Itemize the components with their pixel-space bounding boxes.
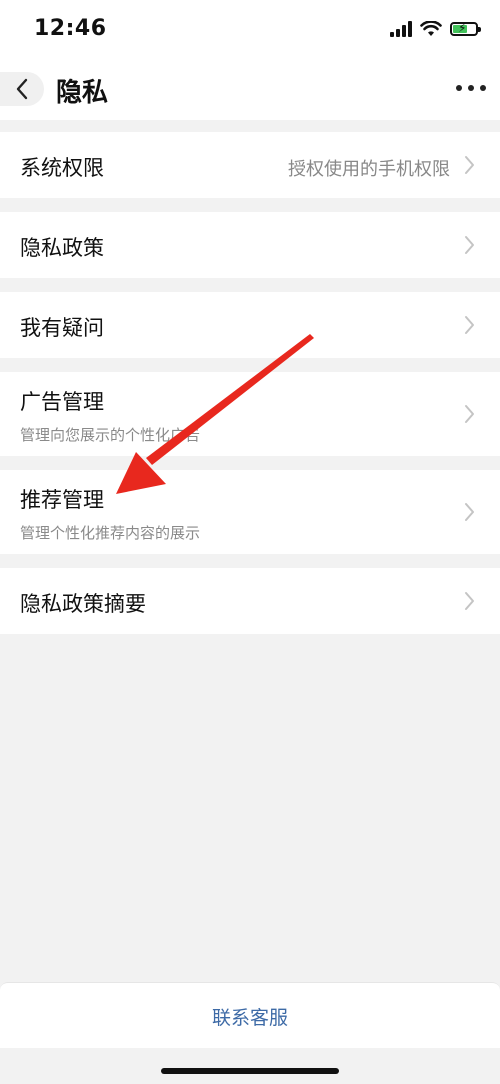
nav-bar: 隐私 [0, 58, 500, 120]
item-title: 隐私政策 [20, 236, 104, 260]
contact-support-button[interactable]: 联系客服 [0, 983, 500, 1049]
contact-bar: 联系客服 [0, 982, 500, 1048]
item-subtitle: 管理个性化推荐内容的展示 [20, 524, 201, 542]
home-indicator [161, 1068, 339, 1074]
battery-icon: ⚡ [450, 21, 481, 36]
back-button[interactable] [0, 72, 44, 106]
item-title: 广告管理 [20, 390, 104, 414]
chevron-right-icon [465, 236, 474, 254]
page-title: 隐私 [56, 78, 109, 108]
item-title: 推荐管理 [20, 488, 104, 512]
status-bar: 12:46 ⚡ [0, 0, 500, 58]
item-title: 系统权限 [20, 156, 104, 180]
more-dots-icon [456, 85, 462, 91]
signal-icon [390, 21, 412, 37]
chevron-right-icon [465, 316, 474, 334]
item-value: 授权使用的手机权限 [288, 159, 450, 180]
item-title: 隐私政策摘要 [20, 592, 146, 616]
list-item-ad-management[interactable]: 广告管理 管理向您展示的个性化广告 [0, 372, 500, 456]
more-button[interactable] [456, 78, 486, 98]
status-icons: ⚡ [390, 17, 481, 41]
chevron-right-icon [465, 503, 474, 521]
list-item-system-permissions[interactable]: 系统权限 授权使用的手机权限 [0, 132, 500, 198]
list-item-privacy-policy[interactable]: 隐私政策 [0, 212, 500, 278]
chevron-right-icon [465, 156, 474, 174]
chevron-right-icon [465, 405, 474, 423]
list-item-privacy-summary[interactable]: 隐私政策摘要 [0, 568, 500, 634]
chevron-left-icon [16, 78, 28, 100]
item-title: 我有疑问 [20, 316, 104, 340]
chevron-right-icon [465, 592, 474, 610]
wifi-icon [420, 21, 442, 36]
list-item-questions[interactable]: 我有疑问 [0, 292, 500, 358]
item-subtitle: 管理向您展示的个性化广告 [20, 426, 201, 444]
status-time: 12:46 [34, 16, 107, 41]
list-item-recommendation-management[interactable]: 推荐管理 管理个性化推荐内容的展示 [0, 470, 500, 554]
